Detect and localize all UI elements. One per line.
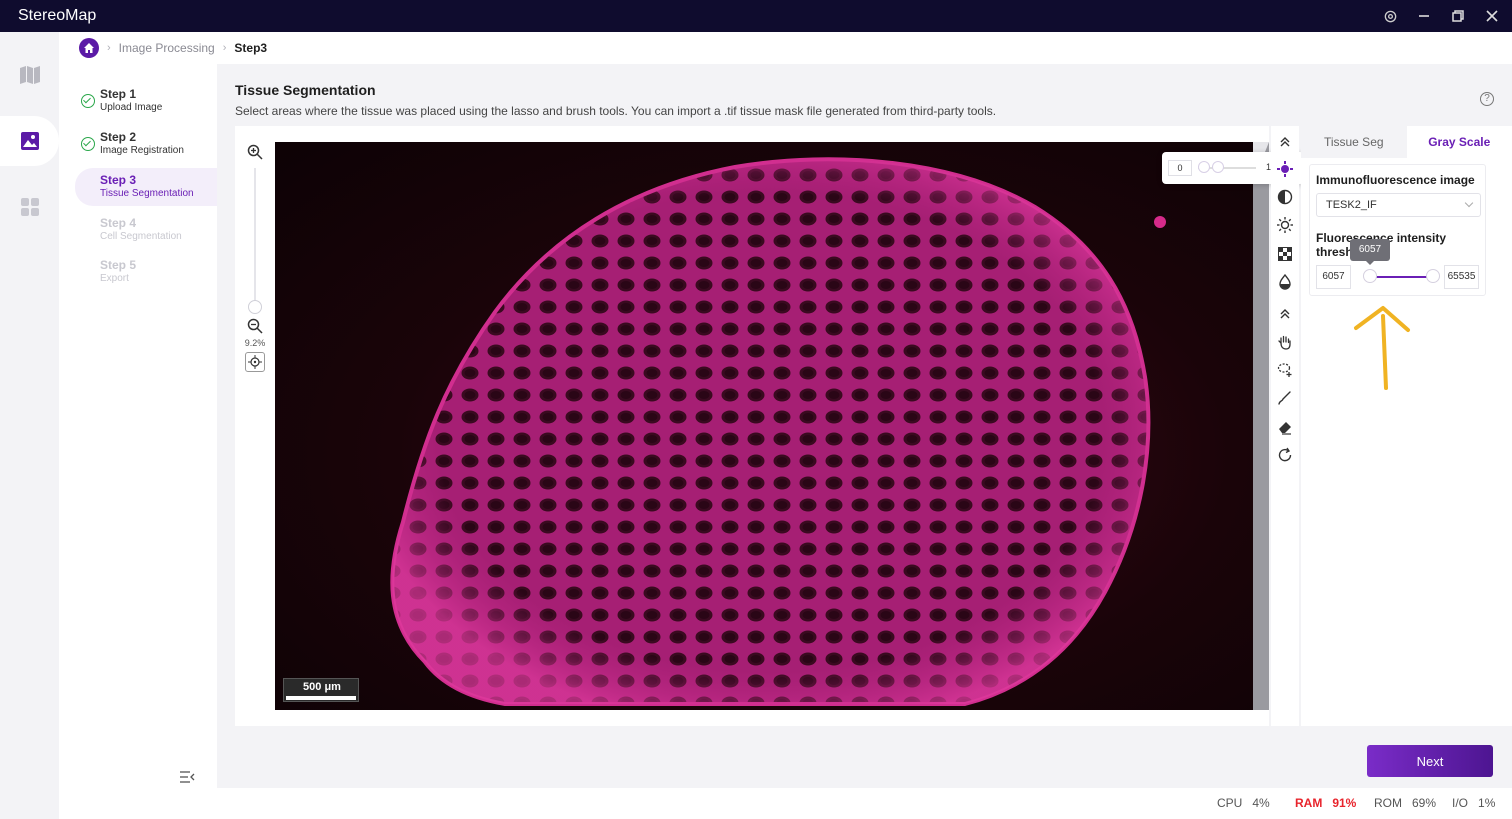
minimize-icon[interactable] [1416,8,1432,24]
zoom-out-icon[interactable] [247,318,263,334]
image-viewer: 9.2% 500 μm 0 [235,126,1304,726]
rail-map-button[interactable] [0,50,59,100]
zoom-controls: 9.2% [243,144,267,374]
zoom-in-icon[interactable] [247,144,263,160]
step-title: Step 4 [100,216,137,230]
settings-panel: Tissue Seg Gray Scale Immunofluorescence… [1301,126,1512,726]
tissue-section [390,157,1166,706]
threshold-label-line2: thresh [1316,245,1353,259]
breadcrumb-current: Step3 [234,41,268,55]
threshold-slider-track[interactable] [1370,276,1434,278]
step-subtitle: Upload Image [100,102,163,113]
threshold-slider-handle-low[interactable] [1363,269,1377,283]
image-select-label: Immunofluorescence image [1316,173,1475,187]
collapse-up-icon[interactable] [1275,304,1295,324]
lasso-add-icon[interactable] [1275,360,1295,380]
breadcrumb: › Image Processing › Step3 [59,32,1512,64]
reset-icon[interactable] [1275,445,1295,465]
step-1[interactable]: Step 1 Upload Image [75,82,217,120]
tab-gray-scale[interactable]: Gray Scale [1406,126,1512,158]
close-icon[interactable] [1484,8,1500,24]
chevron-right-icon: › [222,42,227,54]
map-icon [19,66,40,84]
brush-icon[interactable] [1275,388,1295,408]
step-2[interactable]: Step 2 Image Registration [75,125,217,163]
threshold-max-input[interactable]: 65535 [1444,265,1479,289]
chevron-down-icon [1464,198,1474,208]
zoom-level: 9.2% [244,338,266,348]
page-description: Select areas where the tissue was placed… [235,104,997,118]
contrast-icon[interactable] [1275,187,1295,207]
threshold-slider-handle-high[interactable] [1426,269,1440,283]
saturation-icon[interactable] [1275,272,1295,292]
breadcrumb-item-image-processing[interactable]: Image Processing [119,41,215,55]
annotation-arrow-icon [1354,306,1410,390]
zoom-slider-handle[interactable] [248,300,262,314]
left-rail [0,32,59,819]
fit-to-view-button[interactable] [245,352,265,372]
eraser-icon[interactable] [1275,417,1295,437]
rail-image-processing-button[interactable] [0,116,59,166]
scale-bar-label: 500 μm [303,681,341,693]
hand-pan-icon[interactable] [1275,332,1295,352]
step-4: Step 4 Cell Segmentation [75,211,217,249]
step-title: Step 5 [100,258,137,272]
page-title: Tissue Segmentation [235,82,376,98]
ram-status: RAM 91% [1295,796,1357,810]
step-title: Step 3 [100,173,137,187]
image-select[interactable]: TESK2_IF [1316,193,1481,217]
steps-sidebar: Step 1 Upload Image Step 2 Image Registr… [59,64,217,788]
range-min-input[interactable]: 0 [1168,160,1192,176]
apps-icon [20,198,39,216]
tool-column [1271,126,1299,726]
next-button[interactable]: Next [1367,745,1493,777]
step-3[interactable]: Step 3 Tissue Segmentation [75,168,217,206]
panel-tabs: Tissue Seg Gray Scale [1301,126,1512,158]
tissue-image[interactable]: 500 μm [275,142,1254,710]
scale-bar: 500 μm [283,678,359,702]
threshold-tooltip: 6057 [1350,239,1390,265]
target-icon [248,355,262,369]
chevron-right-icon: › [107,42,111,54]
app-title: StereoMap [18,7,97,24]
home-icon[interactable] [79,38,99,58]
step-title: Step 2 [100,130,137,144]
tab-tissue-seg[interactable]: Tissue Seg [1301,126,1407,158]
step-subtitle: Image Registration [100,145,184,156]
scroll-indicator[interactable] [1253,142,1269,710]
rom-status: ROM 69% [1374,796,1437,810]
image-select-value: TESK2_IF [1326,199,1377,211]
step-5: Step 5 Export [75,253,217,291]
rail-apps-button[interactable] [0,182,59,232]
check-circle-icon [81,94,95,108]
help-icon[interactable]: ? [1480,92,1494,106]
window-controls [1382,0,1500,32]
cpu-status: CPU 4% [1217,796,1270,810]
status-bar: CPU 4% RAM 91% ROM 69% I/O 1% [59,788,1512,819]
collapse-up-icon[interactable] [1275,132,1295,152]
io-status: I/O 1% [1452,796,1496,810]
range-slider-handle-low[interactable] [1198,161,1210,173]
title-bar: StereoMap [0,0,1512,32]
brightness-icon[interactable] [1275,215,1295,235]
checkerboard-icon[interactable] [1275,244,1295,264]
check-circle-icon [81,137,95,151]
step-subtitle: Cell Segmentation [100,231,182,242]
step-subtitle: Export [100,273,129,284]
collapse-sidebar-icon[interactable] [179,770,195,789]
gray-scale-card: Immunofluorescence image TESK2_IF Fluore… [1309,164,1486,296]
step-title: Step 1 [100,87,137,101]
zoom-slider-track[interactable] [254,168,256,308]
restore-icon[interactable] [1450,8,1466,24]
range-slider-handle-high[interactable] [1212,161,1224,173]
image-icon [20,132,39,150]
main-panel: Tissue Segmentation Select areas where t… [217,64,1512,788]
threshold-min-input[interactable]: 6057 [1316,265,1351,289]
settings-icon[interactable] [1382,8,1398,24]
step-subtitle: Tissue Segmentation [100,188,194,199]
intensity-range-icon[interactable] [1275,159,1295,179]
